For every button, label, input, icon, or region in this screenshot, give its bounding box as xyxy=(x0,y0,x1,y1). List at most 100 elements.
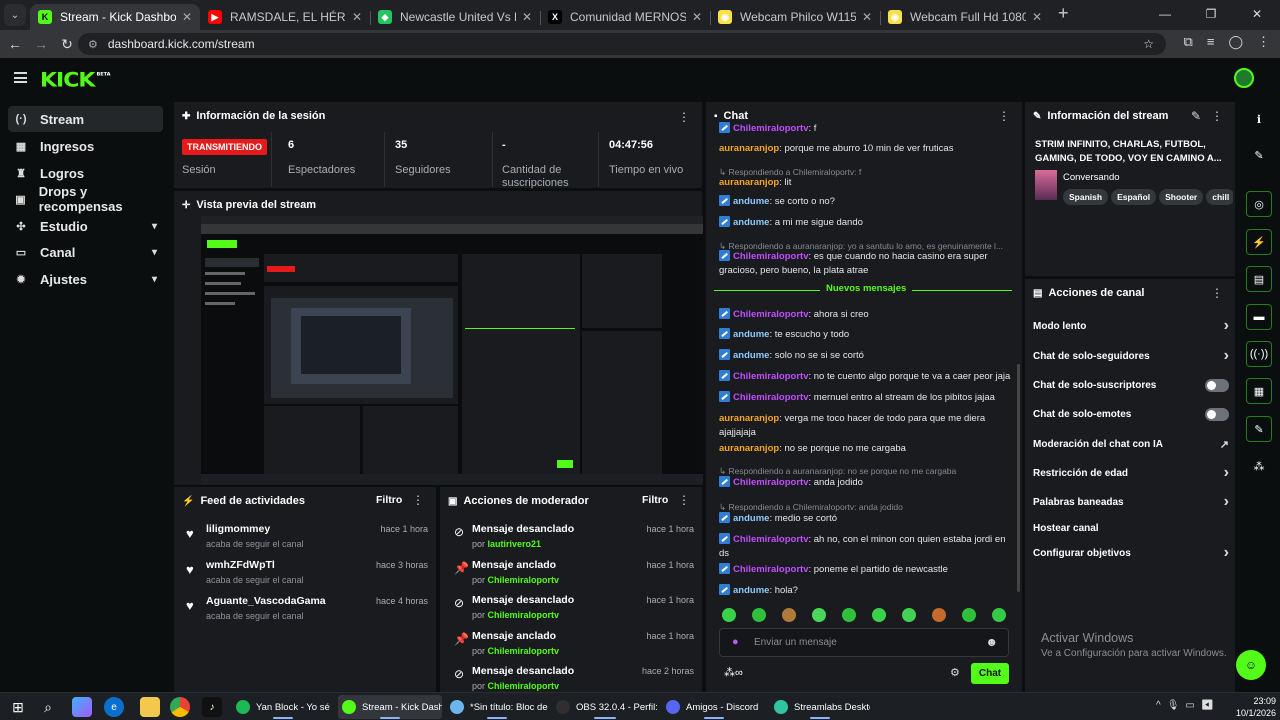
back-icon[interactable]: ← xyxy=(2,36,28,52)
chat-username[interactable]: Chilemiraloportv xyxy=(733,123,809,134)
chrome-icon[interactable] xyxy=(170,697,190,717)
copilot-icon[interactable] xyxy=(72,697,92,717)
mod-filter-button[interactable]: Filtro xyxy=(642,494,668,506)
channel-action-item[interactable]: Configurar objetivos › xyxy=(1033,543,1229,563)
chat-username[interactable]: andume xyxy=(733,217,769,228)
system-tray-icons[interactable]: ^🎙▭◀ xyxy=(1156,700,1220,711)
bookmark-star-icon[interactable]: ☆ xyxy=(1143,37,1154,51)
channel-action-item[interactable]: Chat de solo-suscriptores xyxy=(1033,375,1229,395)
browser-tab[interactable]: ▶ RAMSDALE, EL HÉROE DE LAS (✕ xyxy=(200,4,370,30)
stream-preview-video[interactable] xyxy=(201,216,703,484)
emote-icon[interactable] xyxy=(962,608,976,622)
tab-close-icon[interactable]: ✕ xyxy=(522,10,532,24)
channel-action-item[interactable]: Chat de solo-seguidores › xyxy=(1033,346,1229,366)
mod-action-user[interactable]: lautirivero21 xyxy=(488,539,542,549)
tool-rail-icon[interactable]: ✎ xyxy=(1246,416,1272,442)
chat-username[interactable]: Chilemiraloportv xyxy=(733,534,809,545)
extensions-icon[interactable]: ⧉ xyxy=(1184,34,1193,50)
tab-close-icon[interactable]: ✕ xyxy=(352,10,362,24)
chat-settings-icon[interactable]: ⚙ xyxy=(950,666,960,679)
toggle-switch[interactable] xyxy=(1205,378,1229,392)
media-icon[interactable]: ≡ xyxy=(1207,34,1215,50)
chat-more-icon[interactable]: ⋮ xyxy=(998,109,1010,123)
channel-action-item[interactable]: Palabras baneadas › xyxy=(1033,492,1229,512)
browser-tab[interactable]: X Comunidad MERNOSKETTI / X ✕ xyxy=(540,4,710,30)
chat-username[interactable]: andume xyxy=(733,513,769,524)
stream-info-more-icon[interactable]: ⋮ xyxy=(1211,109,1223,123)
chat-username[interactable]: andume xyxy=(733,350,769,361)
sidebar-item-logros[interactable]: ♜ Logros xyxy=(8,160,163,186)
emote-icon[interactable] xyxy=(842,608,856,622)
stream-tag[interactable]: chill xyxy=(1206,189,1233,205)
taskbar-app[interactable]: Amigos - Discord xyxy=(662,695,766,719)
mod-action-user[interactable]: Chilemiraloportv xyxy=(488,575,560,585)
file-explorer-icon[interactable] xyxy=(140,697,160,717)
tab-close-icon[interactable]: ✕ xyxy=(182,10,192,24)
emote-icon[interactable] xyxy=(752,608,766,622)
mod-action-user[interactable]: Chilemiraloportv xyxy=(488,646,560,656)
sidebar-item-ajustes[interactable]: ✹ Ajustes ▾ xyxy=(8,266,163,292)
chat-username[interactable]: andume xyxy=(733,585,769,596)
emote-icon[interactable] xyxy=(812,608,826,622)
emote-icon[interactable] xyxy=(992,608,1006,622)
stream-tag[interactable]: Shooter xyxy=(1159,189,1204,205)
reload-icon[interactable]: ↻ xyxy=(54,36,80,53)
camera-rail-icon[interactable]: ◎ xyxy=(1246,191,1272,217)
bolt-rail-icon[interactable]: ⚡ xyxy=(1246,229,1272,255)
emote-icon[interactable] xyxy=(872,608,886,622)
mod-action-user[interactable]: Chilemiraloportv xyxy=(488,681,560,691)
edge-icon[interactable]: e xyxy=(104,697,124,717)
chat-username[interactable]: auranaranjop xyxy=(719,413,779,424)
emote-icon[interactable] xyxy=(782,608,796,622)
points-icon[interactable]: ⁂∞ xyxy=(724,666,743,679)
chat-username[interactable]: Chilemiraloportv xyxy=(733,564,809,575)
forward-icon[interactable]: → xyxy=(28,36,54,52)
mic-icon[interactable]: ● xyxy=(732,636,739,648)
feed-user[interactable]: wmhZFdWpTl xyxy=(206,559,275,571)
emote-icon[interactable] xyxy=(722,608,736,622)
edit-stream-icon[interactable]: ✎ xyxy=(1191,109,1201,123)
channel-actions-more-icon[interactable]: ⋮ xyxy=(1211,286,1223,300)
users-rail-icon[interactable]: ▦ xyxy=(1246,378,1272,404)
broadcast-rail-icon[interactable]: ((·)) xyxy=(1246,341,1272,367)
chat-username[interactable]: Chilemiraloportv xyxy=(733,251,809,262)
chat-username[interactable]: Chilemiraloportv xyxy=(733,392,809,403)
taskbar-app[interactable]: Stream - Kick Dash... xyxy=(338,695,442,719)
chat-username[interactable]: Chilemiraloportv xyxy=(733,371,809,382)
new-tab-button[interactable]: + xyxy=(1058,3,1069,24)
mod-action-user[interactable]: Chilemiraloportv xyxy=(488,610,560,620)
sidebar-item-drops[interactable]: ▣ Drops y recompensas xyxy=(8,184,163,214)
emoji-icon[interactable]: ☻ xyxy=(985,635,998,649)
document-rail-icon[interactable]: ▤ xyxy=(1246,266,1272,292)
clock[interactable]: 23:09 10/1/2026 xyxy=(1234,695,1276,719)
feed-filter-button[interactable]: Filtro xyxy=(376,494,402,506)
channel-action-item[interactable]: Moderación del chat con IA ↗ xyxy=(1033,434,1229,454)
channel-action-item[interactable]: Restricción de edad › xyxy=(1033,463,1229,483)
send-chat-button[interactable]: Chat xyxy=(971,663,1009,684)
user-avatar[interactable] xyxy=(1234,68,1254,88)
toggle-switch[interactable] xyxy=(1205,407,1229,421)
browser-menu-icon[interactable]: ⋮ xyxy=(1257,34,1270,50)
browser-tab[interactable]: ◆ Newcastle United Vs Bournemo ✕ xyxy=(370,4,540,30)
sidebar-item-ingresos[interactable]: ▦ Ingresos xyxy=(8,133,163,159)
chat-username[interactable]: Chilemiraloportv xyxy=(733,477,809,488)
chat-username[interactable]: auranaranjop xyxy=(719,443,779,454)
feed-user[interactable]: liligmommey xyxy=(206,523,270,535)
chat-username[interactable]: andume xyxy=(733,329,769,340)
channel-action-item[interactable]: Modo lento › xyxy=(1033,316,1229,336)
session-more-icon[interactable]: ⋮ xyxy=(678,110,690,124)
apps-rail-icon[interactable]: ⁂ xyxy=(1246,453,1272,479)
message-rail-icon[interactable]: ▬ xyxy=(1246,304,1272,330)
chat-input[interactable]: ● Enviar un mensaje ☻ xyxy=(719,628,1009,657)
sidebar-item-canal[interactable]: ▭ Canal ▾ xyxy=(8,239,163,265)
tab-search-button[interactable]: ⌄ xyxy=(4,4,26,26)
browser-tab[interactable]: ◉ Webcam Philco W1152 Full Hd ✕ xyxy=(710,4,880,30)
emote-icon[interactable] xyxy=(932,608,946,622)
restore-button[interactable]: ❐ xyxy=(1188,0,1234,28)
stream-tag[interactable]: Spanish xyxy=(1063,189,1109,205)
chat-username[interactable]: auranaranjop xyxy=(719,177,779,188)
profile-icon[interactable]: ◯ xyxy=(1228,34,1243,50)
tab-close-icon[interactable]: ✕ xyxy=(862,10,872,24)
kick-logo[interactable]: KICK BETA xyxy=(40,69,111,92)
channel-action-item[interactable]: Chat de solo-emotes xyxy=(1033,404,1229,424)
